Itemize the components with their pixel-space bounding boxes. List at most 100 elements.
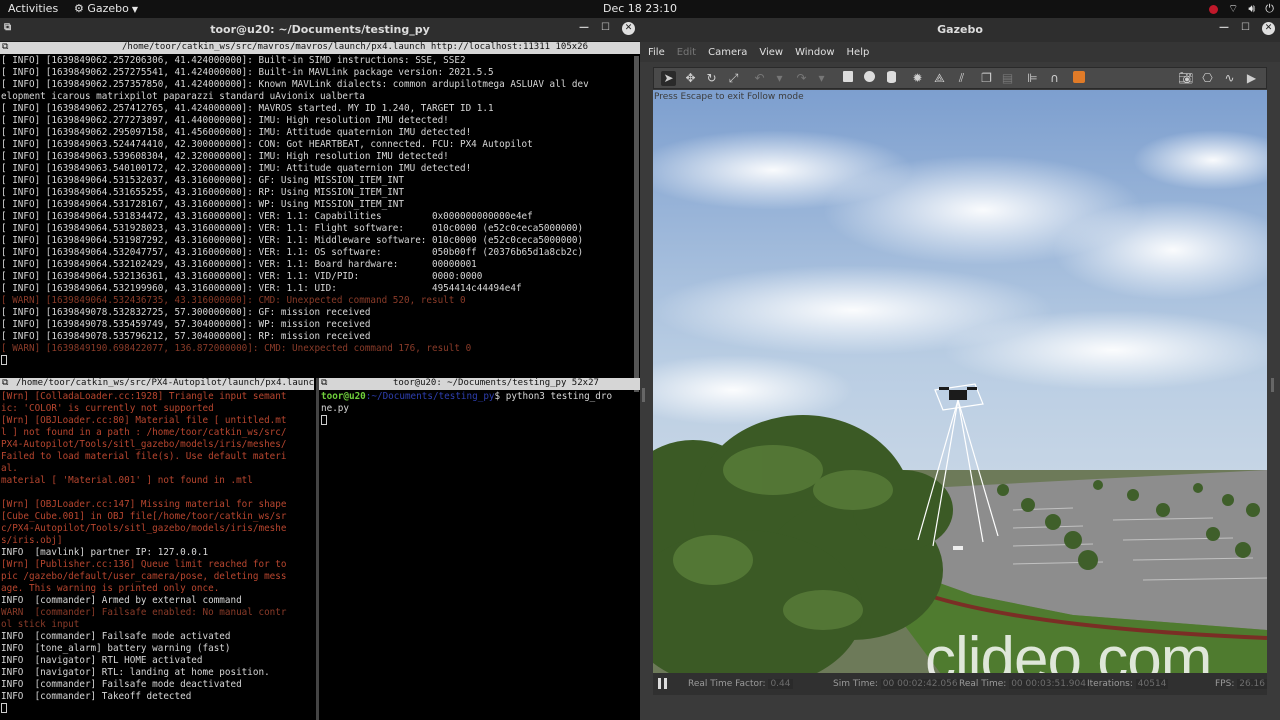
gazebo-titlebar[interactable]: Gazebo — ☐ ✕ <box>640 18 1280 42</box>
minimize-button[interactable]: — <box>579 22 589 33</box>
pane-menu-icon[interactable]: ⧉ <box>2 42 8 52</box>
pane-header: ⧉ /home/toor/catkin_ws/src/PX4-Autopilot… <box>0 378 314 390</box>
directional-light-icon[interactable]: ⫽ <box>954 71 969 86</box>
cylinder-shape-icon[interactable] <box>884 71 899 86</box>
scrollbar[interactable] <box>634 56 639 392</box>
chevron-down-icon: ▼ <box>131 5 139 14</box>
log-line: INFO [tone_alarm] battery warning (fast) <box>1 643 231 654</box>
undo-icon[interactable]: ↶ <box>752 71 767 86</box>
pane-header: ⧉ toor@u20: ~/Documents/testing_py 52x27 <box>319 378 640 390</box>
redo-icon[interactable]: ↷ <box>794 71 809 86</box>
video-record-icon[interactable]: ▶ <box>1244 71 1259 86</box>
change-view-icon[interactable] <box>1071 71 1086 86</box>
command-text: $ python3 testing_dro <box>494 391 613 402</box>
gazebo-toolbar: ➤ ✥ ↻ ⤢ ↶ ▾ ↷ ▾ ✹ ⟁ ⫽ ❐ ▤ ⊫ ∩ 📷︎ ⎔ ∿ ▶ <box>653 67 1267 89</box>
log-line: [ INFO] [1639849064.531987292, 43.316000… <box>1 235 584 246</box>
log-line: [Wrn] [OBJLoader.cc:80] Material file [ … <box>1 415 287 426</box>
maximize-button[interactable]: ☐ <box>601 22 610 33</box>
pane-header-title: /home/toor/catkin_ws/src/mavros/mavros/l… <box>122 42 588 52</box>
log-line: Failed to load material file(s). Use def… <box>1 451 287 462</box>
log-line: [ INFO] [1639849062.277273897, 41.440000… <box>1 115 449 126</box>
log-line: s/iris.obj] <box>1 535 63 546</box>
spot-light-icon[interactable]: ⟁ <box>932 71 947 86</box>
log-line: ol stick input <box>1 619 80 630</box>
log-line: l ] not found in a path : /home/toor/cat… <box>1 427 287 438</box>
menu-file[interactable]: File <box>648 47 665 58</box>
log-line: c/PX4-Autopilot/Tools/sitl_gazebo/models… <box>1 523 287 534</box>
volume-icon: 🔊︎ <box>1248 2 1256 15</box>
scene-render <box>653 90 1267 690</box>
real-time-value: 00 00:03:51.904 <box>1009 679 1088 689</box>
log-line: INFO [mavlink] partner IP: 127.0.0.1 <box>1 547 209 558</box>
activities-button[interactable]: Activities <box>8 2 58 15</box>
right-panel-grip[interactable] <box>1271 378 1274 392</box>
log-line: INFO [commander] Armed by external comma… <box>1 595 242 606</box>
gazebo-menubar: File Edit Camera View Window Help <box>640 42 1280 62</box>
menu-camera[interactable]: Camera <box>708 47 747 58</box>
log-line: [ INFO] [1639849064.532047757, 43.316000… <box>1 247 584 258</box>
copy-icon[interactable]: ❐ <box>979 71 994 86</box>
system-tray[interactable]: ⌔ 🔊︎ ⏻ <box>1209 2 1274 16</box>
sphere-shape-icon[interactable] <box>862 71 877 86</box>
rotate-mode-icon[interactable]: ↻ <box>704 71 719 86</box>
log-line: INFO [commander] Failsafe mode activated <box>1 631 231 642</box>
rtf-value: 0.44 <box>768 679 793 689</box>
menu-help[interactable]: Help <box>847 47 870 58</box>
menu-edit[interactable]: Edit <box>677 47 696 58</box>
box-shape-icon[interactable] <box>840 71 855 86</box>
screenshot-icon[interactable]: 📷︎ <box>1178 71 1193 86</box>
terminal-pane-mavros[interactable]: ⧉ /home/toor/catkin_ws/src/mavros/mavros… <box>0 42 640 398</box>
log-line: [ WARN] [1639849064.532436735, 43.316000… <box>1 295 466 306</box>
terminal-pane-shell[interactable]: ⧉ toor@u20: ~/Documents/testing_py 52x27… <box>316 378 640 720</box>
plot-icon[interactable]: ∿ <box>1222 71 1237 86</box>
log-line: [ INFO] [1639849064.532199960, 43.316000… <box>1 283 522 294</box>
iterations-label: Iterations: <box>1087 679 1133 689</box>
log-line: [ INFO] [1639849062.257357850, 41.424000… <box>1 79 589 90</box>
redo-dropdown-icon[interactable]: ▾ <box>814 71 829 86</box>
snap-icon[interactable]: ∩ <box>1047 71 1062 86</box>
log-icon[interactable]: ⎔ <box>1200 71 1215 86</box>
pane-menu-icon[interactable]: ⧉ <box>321 378 327 388</box>
app-menu-button[interactable]: ⚙ Gazebo ▼ <box>74 2 138 15</box>
log-line: [ INFO] [1639849064.531532037, 43.316000… <box>1 175 404 186</box>
prompt-user: toor@u20 <box>321 391 366 402</box>
pause-button[interactable] <box>658 678 668 689</box>
gazebo-title: Gazebo <box>937 23 983 36</box>
system-top-bar: Activities ⚙ Gazebo ▼ Dec 18 23:10 ⌔ 🔊︎ ⏻ <box>0 0 1280 18</box>
terminal-output[interactable]: toor@u20:~/Documents/testing_py$ python3… <box>321 391 639 719</box>
terminal-pane-px4[interactable]: ⧉ /home/toor/catkin_ws/src/PX4-Autopilot… <box>0 378 314 720</box>
point-light-icon[interactable]: ✹ <box>910 71 925 86</box>
log-line: PX4-Autopilot/Tools/sitl_gazebo/models/i… <box>1 439 287 450</box>
log-line: [ INFO] [1639849078.532832725, 57.300000… <box>1 307 371 318</box>
pane-header: ⧉ /home/toor/catkin_ws/src/mavros/mavros… <box>0 42 640 54</box>
translate-mode-icon[interactable]: ✥ <box>683 71 698 86</box>
terminal-titlebar[interactable]: ⧉ toor@u20: ~/Documents/testing_py — ☐ ✕ <box>0 18 640 42</box>
log-line: INFO [navigator] RTL: landing at home po… <box>1 667 270 678</box>
scale-mode-icon[interactable]: ⤢ <box>726 71 741 86</box>
log-line: [ INFO] [1639849062.257412765, 41.424000… <box>1 103 494 114</box>
log-line: al. <box>1 463 18 474</box>
command-text-wrap: ne.py <box>321 403 349 414</box>
log-line: INFO [commander] Takeoff detected <box>1 691 192 702</box>
pane-menu-icon[interactable]: ⧉ <box>2 378 8 388</box>
minimize-button[interactable]: — <box>1219 22 1229 33</box>
align-icon[interactable]: ⊫ <box>1025 71 1040 86</box>
gazebo-window: Gazebo — ☐ ✕ File Edit Camera View Windo… <box>640 18 1280 720</box>
log-line: material [ 'Material.001' ] not found in… <box>1 475 253 486</box>
maximize-button[interactable]: ☐ <box>1241 22 1250 33</box>
undo-dropdown-icon[interactable]: ▾ <box>772 71 787 86</box>
clock[interactable]: Dec 18 23:10 <box>603 2 677 15</box>
select-mode-icon[interactable]: ➤ <box>661 71 676 86</box>
menu-window[interactable]: Window <box>795 47 834 58</box>
close-button[interactable]: ✕ <box>1262 22 1275 35</box>
left-panel-grip[interactable] <box>642 388 645 402</box>
paste-icon[interactable]: ▤ <box>1000 71 1015 86</box>
log-line: [ INFO] [1639849064.532102429, 43.316000… <box>1 259 477 270</box>
menu-view[interactable]: View <box>759 47 783 58</box>
log-line: [ INFO] [1639849064.531834472, 43.316000… <box>1 211 533 222</box>
real-time-label: Real Time: <box>959 679 1007 689</box>
log-line: [Cube_Cube.001] in OBJ file[/home/toor/c… <box>1 511 287 522</box>
3d-viewport[interactable]: Press Escape to exit Follow mode clideo.… <box>653 90 1267 690</box>
close-button[interactable]: ✕ <box>622 22 635 35</box>
